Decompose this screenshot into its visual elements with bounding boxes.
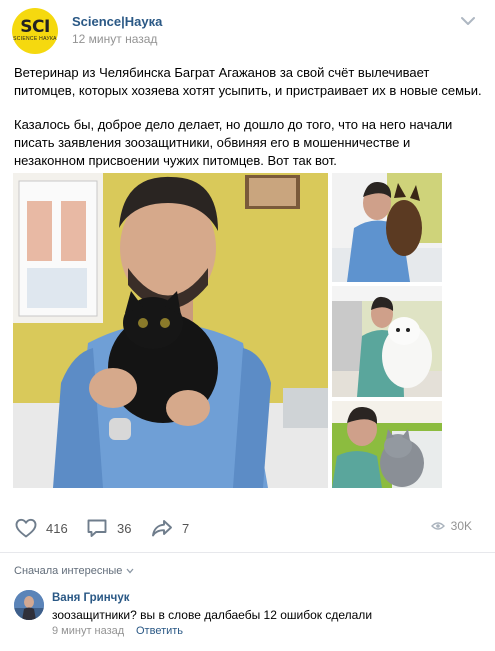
post-time[interactable]: 12 минут назад bbox=[72, 32, 157, 46]
post-header: SCI SCIENCE НАУКА Science|Наука 12 минут… bbox=[12, 8, 483, 54]
photo-vet-grey-cat[interactable] bbox=[332, 401, 442, 488]
comment-icon bbox=[87, 519, 107, 537]
commenter-avatar[interactable] bbox=[14, 590, 44, 620]
reply-button[interactable]: Ответить bbox=[136, 625, 183, 637]
divider bbox=[0, 552, 495, 553]
photo-grid bbox=[13, 173, 442, 488]
eye-icon bbox=[430, 522, 445, 530]
views-counter: 30K bbox=[430, 519, 472, 533]
like-button[interactable]: 416 bbox=[14, 512, 68, 544]
post-card: SCI SCIENCE НАУКА Science|Наука 12 минут… bbox=[0, 0, 495, 651]
comments-sort-dropdown[interactable]: Сначала интересные bbox=[14, 565, 134, 577]
like-count: 416 bbox=[46, 520, 68, 536]
post-paragraph-1: Ветеринар из Челябинска Баграт Агажанов … bbox=[14, 65, 482, 98]
comment-item: Ваня Гринчук зоозащитники? вы в слове да… bbox=[14, 588, 484, 644]
group-avatar[interactable]: SCI SCIENCE НАУКА bbox=[12, 8, 58, 54]
avatar-logo-text: SCI bbox=[20, 17, 50, 37]
comment-count: 36 bbox=[117, 520, 132, 536]
chevron-down-icon[interactable] bbox=[461, 16, 475, 26]
post-paragraph-2: Казалось бы, доброе дело делает, но дошл… bbox=[14, 117, 453, 168]
share-count: 7 bbox=[182, 520, 190, 536]
photo-vet-dog[interactable] bbox=[332, 173, 442, 282]
chevron-down-icon bbox=[126, 568, 134, 574]
group-name-link[interactable]: Science|Наука bbox=[72, 14, 162, 29]
comments-sort-label: Сначала интересные bbox=[14, 565, 123, 577]
share-icon bbox=[152, 520, 172, 537]
post-actions: 416 36 7 30K bbox=[14, 512, 484, 544]
heart-icon bbox=[15, 518, 37, 538]
post-text: Ветеринар из Челябинска Баграт Агажанов … bbox=[14, 64, 484, 186]
comment-button[interactable]: 36 bbox=[85, 512, 131, 544]
views-count: 30K bbox=[450, 519, 472, 533]
avatar-logo-subtext: SCIENCE НАУКА bbox=[13, 36, 57, 42]
comment-author-link[interactable]: Ваня Гринчук bbox=[52, 592, 130, 604]
comment-time[interactable]: 9 минут назад bbox=[52, 625, 124, 637]
photo-vet-black-cat[interactable] bbox=[13, 173, 328, 488]
comment-text: зоозащитники? вы в слове далбаебы 12 оши… bbox=[52, 608, 373, 622]
share-button[interactable]: 7 bbox=[150, 512, 189, 544]
photo-vet-white-dog[interactable] bbox=[332, 286, 442, 397]
